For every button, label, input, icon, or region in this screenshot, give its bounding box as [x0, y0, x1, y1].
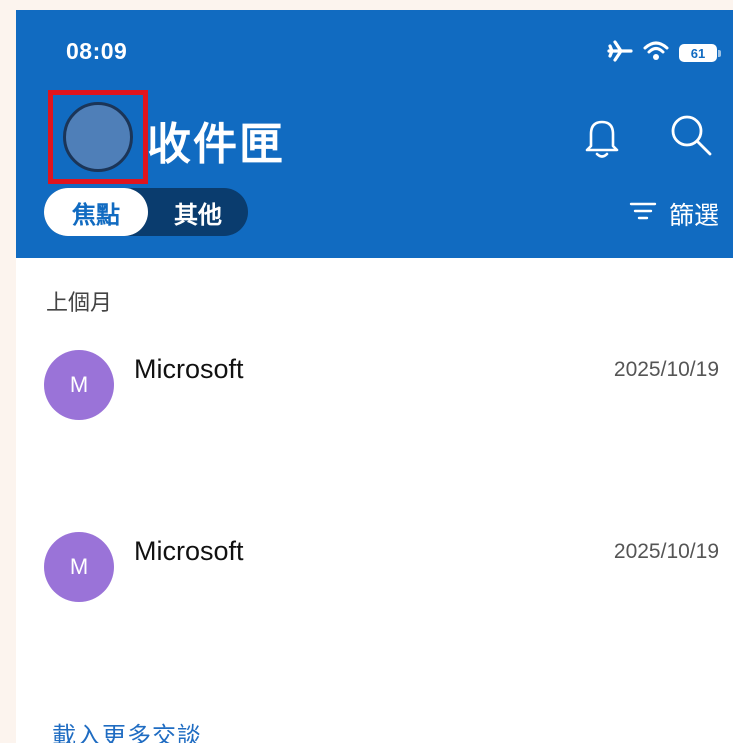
mail-sender: Microsoft — [134, 354, 244, 384]
account-avatar-button[interactable] — [48, 90, 148, 184]
sender-avatar: M — [44, 532, 114, 602]
tab-other[interactable]: 其他 — [148, 188, 248, 236]
status-icons: 61 — [607, 39, 721, 67]
battery-level: 61 — [690, 45, 706, 61]
filter-label: 篩選 — [668, 202, 719, 230]
mail-list-item[interactable]: M Microsoft 2025/10/19 — [16, 340, 733, 500]
mail-list-item[interactable]: M Microsoft 2025/10/19 — [16, 520, 733, 680]
filter-button[interactable]: 篩選 — [629, 196, 719, 232]
wifi-icon — [643, 40, 669, 67]
battery-icon: 61 — [679, 44, 721, 62]
load-more-link[interactable]: 載入更多交談 — [52, 716, 202, 743]
bell-icon[interactable] — [582, 114, 622, 165]
status-time: 08:09 — [66, 38, 128, 64]
mail-date: 2025/10/19 — [613, 358, 719, 381]
avatar — [63, 102, 133, 172]
inbox-segment-control: 焦點 其他 — [44, 188, 248, 236]
airplane-icon — [607, 39, 633, 67]
page-title: 收件匣 — [147, 120, 285, 169]
sender-avatar: M — [44, 350, 114, 420]
search-icon[interactable] — [668, 112, 714, 163]
section-header-last-month: 上個月 — [46, 290, 113, 315]
filter-icon — [629, 200, 657, 229]
mail-sender: Microsoft — [134, 536, 244, 566]
app-header: 08:09 61 收件匣 焦點 其他 篩選 — [16, 10, 733, 258]
tab-focused[interactable]: 焦點 — [44, 188, 148, 236]
outlook-screen: 08:09 61 收件匣 焦點 其他 篩選 上個月 M Microsoft 20… — [16, 10, 733, 743]
mail-date: 2025/10/19 — [613, 540, 719, 563]
